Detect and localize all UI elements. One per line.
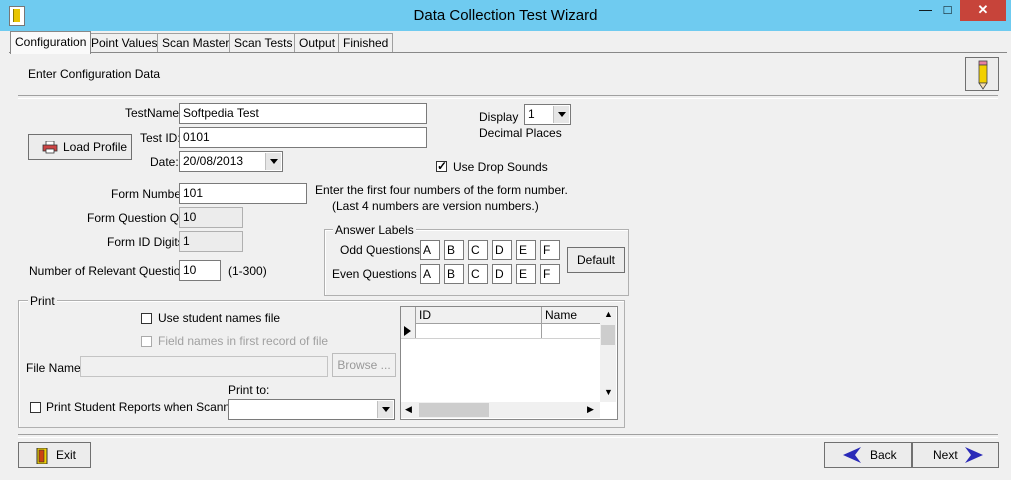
use-drop-sounds-label[interactable]: Use Drop Sounds <box>453 160 548 174</box>
separator <box>18 95 998 99</box>
decimal-places-select[interactable]: 1 <box>524 104 571 125</box>
form-question-qty-value: 10 <box>179 207 243 228</box>
scroll-left-icon[interactable]: ◀ <box>405 404 412 415</box>
chevron-down-icon[interactable] <box>377 401 393 418</box>
odd-label-input[interactable]: A <box>420 240 440 260</box>
tab-output[interactable]: Output <box>294 33 341 53</box>
even-label-input[interactable]: A <box>420 264 440 284</box>
window-title: Data Collection Test Wizard <box>413 7 598 24</box>
form-id-digits-value: 1 <box>179 231 243 252</box>
print-title: Print <box>28 294 57 308</box>
date-picker[interactable]: 20/08/2013 <box>179 151 283 172</box>
door-exit-icon <box>36 448 48 464</box>
form-number-input[interactable]: 101 <box>179 183 307 204</box>
current-row-icon <box>404 326 411 336</box>
browse-button: Browse ... <box>332 353 396 377</box>
exit-label: Exit <box>56 448 77 462</box>
print-reports-label[interactable]: Print Student Reports when Scanned <box>46 400 243 414</box>
tab-configuration[interactable]: Configuration <box>10 31 92 54</box>
print-reports-checkbox[interactable] <box>30 402 41 413</box>
student-grid[interactable]: ID Name ▲ ▼ ◀ ▶ <box>400 306 618 420</box>
test-id-label: Test ID: <box>140 131 181 145</box>
vertical-scrollbar[interactable]: ▲ ▼ <box>600 307 616 402</box>
vertical-scroll-thumb[interactable] <box>601 325 615 345</box>
print-to-label: Print to: <box>228 383 270 397</box>
answer-labels-title: Answer Labels <box>333 223 416 237</box>
grid-column-id[interactable]: ID <box>419 308 431 322</box>
odd-label-input[interactable]: C <box>468 240 488 260</box>
load-profile-label: Load Profile <box>63 140 128 154</box>
odd-label-input[interactable]: E <box>516 240 536 260</box>
footer-separator <box>18 434 998 438</box>
date-value: 20/08/2013 <box>183 154 244 168</box>
arrow-left-icon <box>843 447 861 463</box>
close-button[interactable]: ✕ <box>960 0 1006 21</box>
form-question-qty-label: Form Question Qty: <box>87 211 192 225</box>
field-names-label: Field names in first record of file <box>158 334 329 348</box>
tab-scan-master[interactable]: Scan Master <box>157 33 235 53</box>
test-name-input[interactable]: Softpedia Test <box>179 103 427 124</box>
tab-scan-tests[interactable]: Scan Tests <box>229 33 298 53</box>
default-button[interactable]: Default <box>567 247 625 273</box>
title-bar: Data Collection Test Wizard — □ ✕ <box>0 0 1011 31</box>
even-label-input[interactable]: C <box>468 264 488 284</box>
exit-button[interactable]: Exit <box>18 442 91 468</box>
pencil-icon <box>978 60 988 90</box>
maximize-button[interactable]: □ <box>934 0 961 21</box>
file-name-input <box>80 356 328 377</box>
grid-column-name[interactable]: Name <box>545 308 577 322</box>
scroll-right-icon[interactable]: ▶ <box>587 404 594 415</box>
form-number-label: Form Number: <box>111 187 189 201</box>
even-label-input[interactable]: B <box>444 264 464 284</box>
even-label-input[interactable]: E <box>516 264 536 284</box>
chevron-down-icon[interactable] <box>553 106 569 123</box>
chevron-down-icon[interactable] <box>265 153 281 170</box>
even-questions-label: Even Questions <box>332 267 417 281</box>
odd-label-input[interactable]: B <box>444 240 464 260</box>
back-button[interactable]: Back <box>824 442 912 468</box>
scroll-down-icon[interactable]: ▼ <box>604 387 613 397</box>
arrow-right-icon <box>965 447 983 463</box>
relevant-questions-label: Number of Relevant Questions: <box>29 264 197 278</box>
horizontal-scrollbar[interactable]: ◀ ▶ <box>401 402 600 418</box>
back-label: Back <box>870 448 897 462</box>
date-label: Date: <box>150 155 179 169</box>
relevant-questions-input[interactable]: 10 <box>179 260 221 281</box>
scroll-up-icon[interactable]: ▲ <box>604 309 613 319</box>
horizontal-scroll-thumb[interactable] <box>419 403 489 417</box>
form-id-digits-label: Form ID Digits: <box>107 235 188 249</box>
next-label: Next <box>933 448 958 462</box>
decimal-places-value: 1 <box>528 107 535 121</box>
test-name-label: TestName: <box>125 106 183 120</box>
display-label: Display <box>479 110 519 124</box>
tab-point-values[interactable]: Point Values <box>86 33 163 53</box>
table-row[interactable] <box>401 323 601 339</box>
field-names-checkbox <box>141 336 152 347</box>
form-number-hint: Enter the first four numbers of the form… <box>315 183 568 197</box>
tab-panel-border <box>9 52 1007 56</box>
odd-label-input[interactable]: D <box>492 240 512 260</box>
edit-button[interactable] <box>965 57 999 91</box>
odd-questions-label: Odd Questions <box>340 243 421 257</box>
page-instruction: Enter Configuration Data <box>28 67 161 81</box>
use-drop-sounds-checkbox[interactable] <box>436 159 447 173</box>
use-student-names-checkbox[interactable] <box>141 313 152 324</box>
file-name-label: File Name: <box>26 361 85 375</box>
load-profile-button[interactable]: Load Profile <box>28 134 132 160</box>
printer-icon <box>42 141 58 154</box>
even-label-input[interactable]: D <box>492 264 512 284</box>
print-to-select[interactable] <box>228 399 395 420</box>
next-button[interactable]: Next <box>912 442 999 468</box>
relevant-questions-range: (1-300) <box>228 264 267 278</box>
use-student-names-label[interactable]: Use student names file <box>158 311 280 325</box>
version-number-hint: (Last 4 numbers are version numbers.) <box>332 199 539 213</box>
odd-label-input[interactable]: F <box>540 240 560 260</box>
tab-finished[interactable]: Finished <box>338 33 394 53</box>
decimal-places-label: Decimal Places <box>479 126 562 140</box>
even-label-input[interactable]: F <box>540 264 560 284</box>
test-id-input[interactable]: 0101 <box>179 127 427 148</box>
